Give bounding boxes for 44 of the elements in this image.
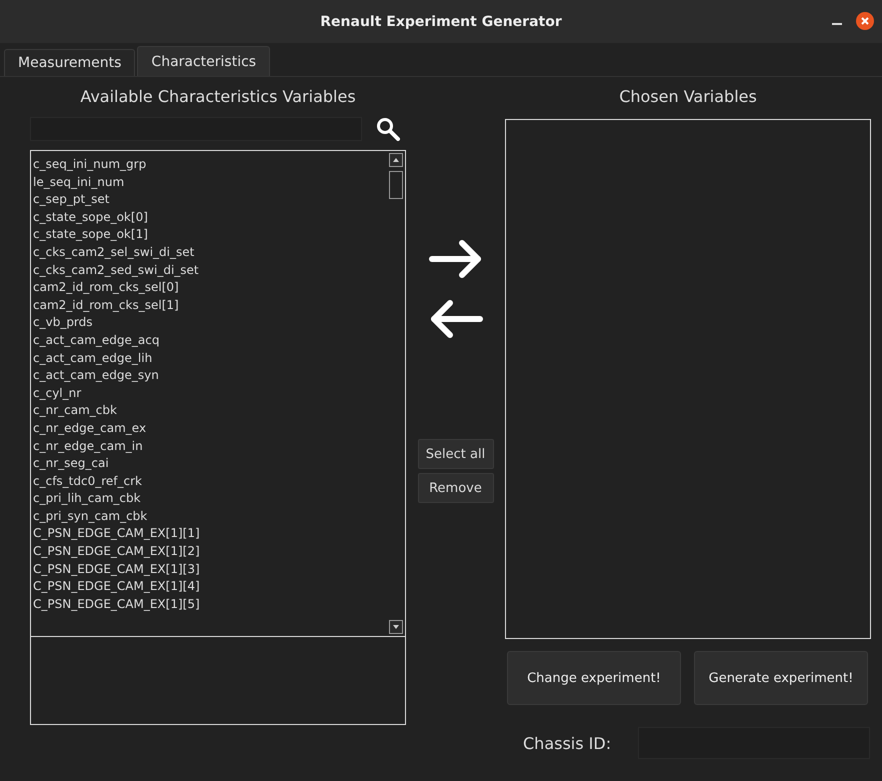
list-button[interactable]: Remove [418, 473, 494, 503]
list-item[interactable]: c_act_cam_edge_lih [33, 350, 152, 365]
list-item[interactable]: c_nr_cam_cbk [33, 403, 117, 418]
close-button[interactable] [856, 12, 874, 30]
window-title: Renault Experiment Generator [320, 14, 562, 30]
caret-up-icon [393, 158, 399, 162]
list-item[interactable]: c_pri_lih_cam_cbk [33, 491, 141, 506]
list-item[interactable]: c_state_sope_ok[0] [33, 210, 148, 224]
list-item[interactable]: c_seq_ini_num_grp [33, 157, 146, 171]
list-item[interactable]: c_pri_syn_cam_cbk [33, 508, 148, 523]
list-item[interactable]: C_PSN_EDGE_CAM_EX[1][1] [33, 526, 200, 540]
list-item[interactable]: c_nr_edge_cam_in [33, 438, 143, 452]
section-heading: Chosen Variables [618, 87, 758, 108]
list-item[interactable]: c_cyl_nr [33, 386, 82, 400]
list-item[interactable]: c_cfs_tdc0_ref_crk [33, 474, 142, 488]
list-item[interactable]: C_PSN_EDGE_CAM_EX[1][4] [33, 579, 200, 594]
caret-down-icon [393, 625, 399, 629]
list-item[interactable]: c_act_cam_edge_acq [33, 332, 160, 347]
close-icon [860, 16, 870, 26]
list-item[interactable]: c_state_sope_ok[1] [33, 227, 148, 242]
list-item[interactable]: c_sep_pt_set [33, 192, 110, 206]
list-item[interactable]: c_cks_cam2_sel_swi_di_set [33, 244, 194, 259]
tab[interactable]: Characteristics [137, 46, 270, 76]
list-item[interactable]: c_nr_seg_cai [33, 456, 109, 470]
list-item[interactable]: cam2_id_rom_cks_sel[1] [33, 298, 179, 312]
chassis-label: Chassis ID: [523, 734, 612, 752]
tab[interactable]: Measurements [4, 49, 136, 76]
scrollbar-thumb[interactable] [389, 171, 403, 199]
search-icon[interactable] [376, 117, 400, 141]
list-item[interactable]: c_nr_edge_cam_ex [33, 420, 146, 435]
scroll-down-button[interactable] [389, 620, 403, 634]
list-item[interactable]: C_PSN_EDGE_CAM_EX[1][2] [33, 544, 200, 558]
action-button[interactable]: Generate experiment! [694, 651, 868, 705]
list-item[interactable]: C_PSN_EDGE_CAM_EX[1][3] [33, 562, 200, 576]
section-heading: Available Characteristics Variables [79, 87, 357, 108]
list-item[interactable]: le_seq_ini_num [33, 174, 124, 189]
list-item[interactable]: c_cks_cam2_sed_swi_di_set [33, 262, 199, 277]
list-item[interactable]: cam2_id_rom_cks_sel[0] [33, 280, 179, 294]
list-button[interactable]: Select all [418, 439, 494, 469]
list-item[interactable]: c_vb_prds [33, 315, 93, 330]
scroll-up-button[interactable] [389, 153, 403, 167]
action-button[interactable]: Change experiment! [507, 651, 681, 705]
list-item[interactable]: C_PSN_EDGE_CAM_EX[1][5] [33, 596, 200, 611]
list-item[interactable]: c_act_cam_edge_syn [33, 368, 159, 382]
